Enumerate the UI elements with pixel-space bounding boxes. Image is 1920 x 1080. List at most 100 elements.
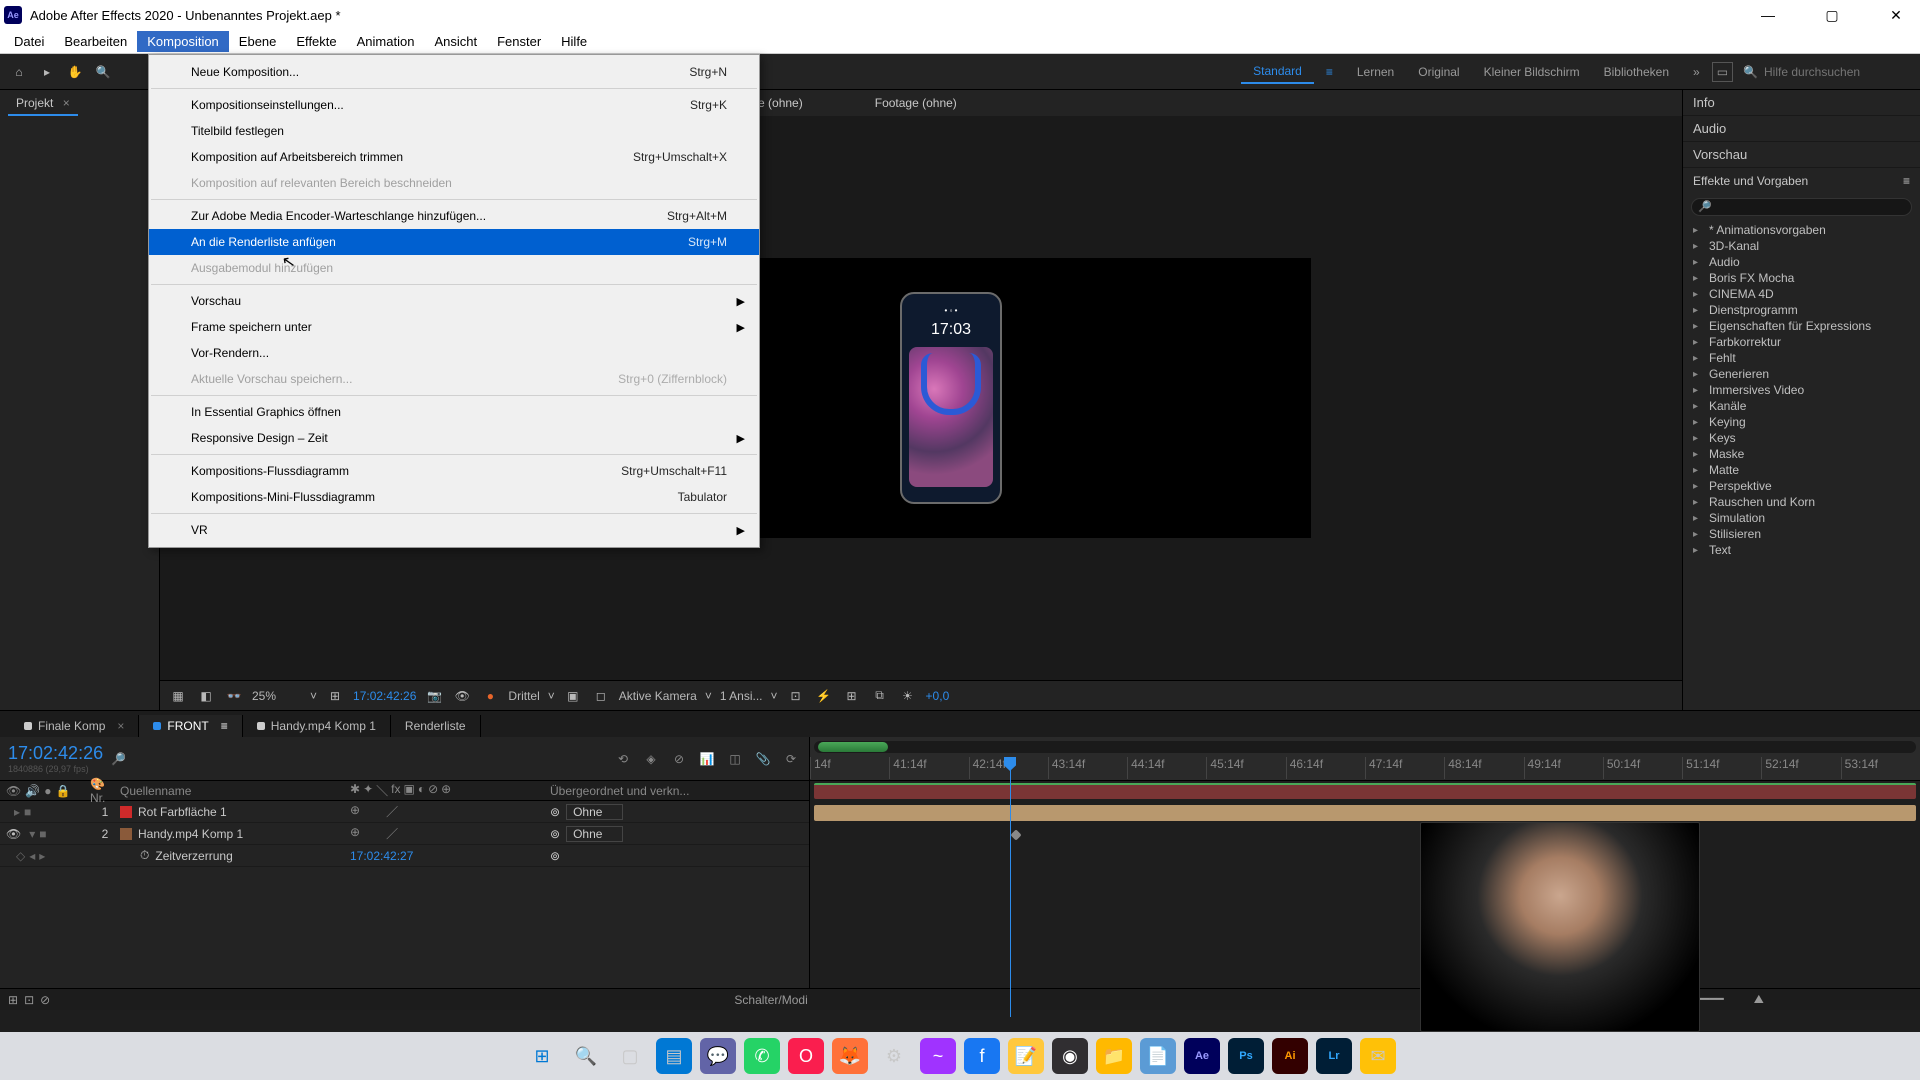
taskbar-app[interactable]: 📝 (1008, 1038, 1044, 1074)
switches-modes-toggle[interactable]: Schalter/Modi (50, 993, 1492, 1007)
menu-datei[interactable]: Datei (4, 31, 54, 52)
cam-chevron-icon[interactable]: ˅ (705, 689, 712, 703)
channel-icon[interactable]: ◧ (196, 689, 216, 703)
menu-item[interactable]: Kompositions-FlussdiagrammStrg+Umschalt+… (149, 458, 759, 484)
help-search-input[interactable] (1764, 65, 1904, 79)
effects-category[interactable]: ▸Dienstprogramm (1683, 302, 1920, 318)
taskbar-search-icon[interactable]: 🔍 (568, 1038, 604, 1074)
playhead[interactable] (1010, 757, 1011, 1017)
effects-category[interactable]: ▸Eigenschaften für Expressions (1683, 318, 1920, 334)
effects-category[interactable]: ▸Farbkorrektur (1683, 334, 1920, 350)
selection-tool-icon[interactable]: ▸ (34, 59, 60, 85)
taskbar-app[interactable]: 📄 (1140, 1038, 1176, 1074)
info-panel-header[interactable]: Info (1683, 90, 1920, 116)
layer-bar[interactable] (814, 805, 1916, 821)
visibility-icon[interactable]: 👁 (6, 827, 21, 841)
frame-blend-toggle-icon[interactable]: ⊡ (24, 993, 34, 1007)
effects-category[interactable]: ▸Generieren (1683, 366, 1920, 382)
tab-menu-icon[interactable]: ≡ (221, 719, 228, 733)
workspace-standard[interactable]: Standard (1241, 60, 1314, 84)
effects-panel-header[interactable]: Effekte und Vorgaben (1693, 174, 1808, 188)
panel-menu-icon[interactable]: ≡ (1903, 174, 1910, 188)
timeline-search-icon[interactable]: 🔎 (111, 752, 126, 766)
effects-category[interactable]: ▸Keying (1683, 414, 1920, 430)
parent-pickwhip-icon[interactable]: ⊚ (550, 805, 560, 819)
menu-item[interactable]: Kompositionseinstellungen...Strg+K (149, 92, 759, 118)
toggle-switches-icon[interactable]: ⊞ (8, 993, 18, 1007)
workspace-bibliotheken[interactable]: Bibliotheken (1592, 61, 1681, 83)
col-source[interactable]: Quellenname (120, 784, 350, 798)
effects-category[interactable]: ▸Simulation (1683, 510, 1920, 526)
menu-item[interactable]: An die Renderliste anfügenStrg+M (149, 229, 759, 255)
parent-pickwhip-icon[interactable]: ⊚ (550, 827, 560, 841)
exposure-value[interactable]: +0,0 (926, 689, 950, 703)
keyframe-icon[interactable] (1010, 829, 1021, 840)
effects-category[interactable]: ▸Text (1683, 542, 1920, 558)
taskbar-firefox-icon[interactable]: 🦊 (832, 1038, 868, 1074)
menu-item[interactable]: Vorschau▶ (149, 288, 759, 314)
menu-komposition[interactable]: Komposition (137, 31, 229, 52)
effects-category[interactable]: ▸Boris FX Mocha (1683, 270, 1920, 286)
workspace-lernen[interactable]: Lernen (1345, 61, 1406, 83)
effects-category[interactable]: ▸CINEMA 4D (1683, 286, 1920, 302)
menu-fenster[interactable]: Fenster (487, 31, 551, 52)
workspace-overflow-icon[interactable]: » (1681, 61, 1712, 83)
workspace-panel-icon[interactable]: ▭ (1712, 62, 1733, 82)
timeline-timecode[interactable]: 17:02:42:26 (8, 743, 103, 764)
parent-dropdown[interactable]: Ohne (566, 826, 623, 842)
menu-item[interactable]: Neue Komposition...Strg+N (149, 59, 759, 85)
effects-category[interactable]: ▸3D-Kanal (1683, 238, 1920, 254)
fast-preview-icon[interactable]: ⚡ (814, 689, 834, 703)
col-parent[interactable]: Übergeordnet und verkn... (550, 784, 809, 798)
attach-icon[interactable]: 📎 (753, 752, 773, 766)
taskbar-app[interactable]: 💬 (700, 1038, 736, 1074)
reset-exposure-icon[interactable]: ☀ (898, 689, 918, 703)
start-button[interactable]: ⊞ (524, 1038, 560, 1074)
menu-ansicht[interactable]: Ansicht (424, 31, 487, 52)
timeline-track-area[interactable]: 14f41:14f42:14f43:14f44:14f45:14f46:14f4… (810, 737, 1920, 988)
timeline-tab-handy[interactable]: Handy.mp4 Komp 1 (243, 715, 391, 737)
menu-bearbeiten[interactable]: Bearbeiten (54, 31, 137, 52)
transparent-icon[interactable]: ▣ (563, 689, 583, 703)
help-search[interactable]: 🔍 (1733, 65, 1914, 79)
color-icon[interactable]: ● (480, 689, 500, 703)
effects-category[interactable]: ▸* Animationsvorgaben (1683, 222, 1920, 238)
parent-dropdown[interactable]: Ohne (566, 804, 623, 820)
hand-tool-icon[interactable]: ✋ (62, 59, 88, 85)
menu-item[interactable]: Komposition auf Arbeitsbereich trimmenSt… (149, 144, 759, 170)
menu-animation[interactable]: Animation (347, 31, 425, 52)
pixel-aspect-icon[interactable]: ⊡ (786, 689, 806, 703)
resolution-icon[interactable]: ⊞ (325, 689, 345, 703)
render-icon[interactable]: ⟳ (781, 752, 801, 766)
layer-row[interactable]: ▸■ 1 Rot Farbfläche 1 ⊕／ ⊚Ohne (0, 801, 809, 823)
effects-category[interactable]: ▸Kanäle (1683, 398, 1920, 414)
menu-item[interactable]: VR▶ (149, 517, 759, 543)
snapshot-icon[interactable]: 📷 (424, 689, 444, 703)
menu-item[interactable]: In Essential Graphics öffnen (149, 399, 759, 425)
mask-icon[interactable]: 👓 (224, 689, 244, 703)
taskbar-explorer-icon[interactable]: 📁 (1096, 1038, 1132, 1074)
task-view-icon[interactable]: ▢ (612, 1038, 648, 1074)
effects-category[interactable]: ▸Immersives Video (1683, 382, 1920, 398)
views-dropdown[interactable]: 1 Ansi... (720, 689, 763, 703)
camera-dropdown[interactable]: Aktive Kamera (619, 689, 697, 703)
taskbar-ps-icon[interactable]: Ps (1228, 1038, 1264, 1074)
viewer-timecode[interactable]: 17:02:42:26 (353, 689, 416, 703)
close-icon[interactable]: × (63, 96, 70, 110)
taskbar-app[interactable]: O (788, 1038, 824, 1074)
shy-icon[interactable]: ⟲ (613, 752, 633, 766)
taskbar-ai-icon[interactable]: Ai (1272, 1038, 1308, 1074)
effects-category[interactable]: ▸Keys (1683, 430, 1920, 446)
menu-hilfe[interactable]: Hilfe (551, 31, 597, 52)
show-snapshot-icon[interactable]: 👁 (452, 689, 472, 703)
zoom-chevron-icon[interactable]: ˅ (310, 689, 317, 703)
taskbar-app[interactable]: ▤ (656, 1038, 692, 1074)
maximize-button[interactable]: ▢ (1812, 1, 1852, 29)
footage-tab[interactable]: Footage (ohne) (867, 92, 965, 114)
layer-bar[interactable] (814, 783, 1916, 799)
menu-item[interactable]: Frame speichern unter▶ (149, 314, 759, 340)
audio-panel-header[interactable]: Audio (1683, 116, 1920, 142)
resolution-dropdown[interactable]: Drittel (508, 689, 539, 703)
taskbar-lr-icon[interactable]: Lr (1316, 1038, 1352, 1074)
close-icon[interactable]: × (117, 719, 124, 733)
